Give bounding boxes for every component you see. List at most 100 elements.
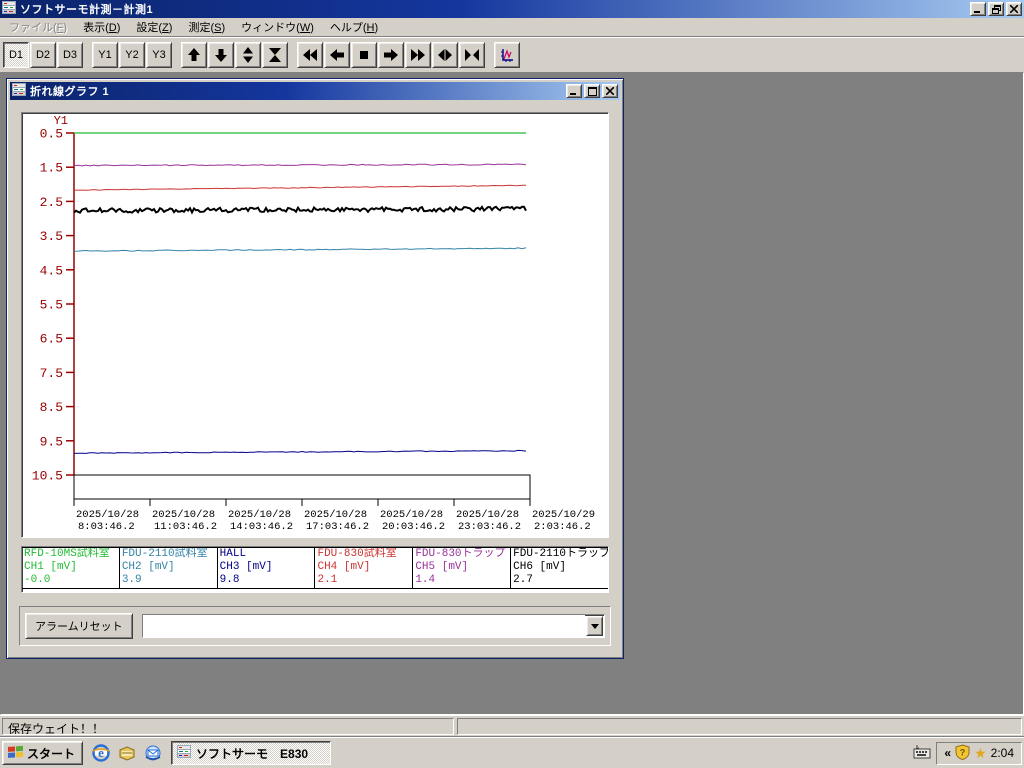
restore-button[interactable] bbox=[988, 2, 1004, 16]
quick-launch-bar: e bbox=[91, 743, 163, 763]
channel-value: 2.7 bbox=[513, 574, 533, 586]
svg-text:10.5: 10.5 bbox=[32, 469, 63, 484]
app-titlebar[interactable]: ソフトサーモ計測－計測1 bbox=[0, 0, 1024, 18]
svg-text:6.5: 6.5 bbox=[40, 332, 63, 347]
arrow-left-icon bbox=[330, 48, 344, 61]
graph-axes-icon bbox=[501, 48, 513, 62]
toolbar-button-d2[interactable]: D2 bbox=[30, 41, 56, 68]
taskbar-app-icon bbox=[177, 745, 192, 761]
internet-explorer-icon[interactable]: e bbox=[91, 743, 111, 763]
toolbar-separator bbox=[486, 42, 494, 68]
svg-text:2025/10/28: 2025/10/28 bbox=[304, 509, 367, 521]
menu-item-2[interactable]: 設定(Z) bbox=[128, 17, 180, 37]
toolbar-button-arrow-right[interactable] bbox=[378, 41, 404, 68]
svg-text:2025/10/28: 2025/10/28 bbox=[76, 509, 139, 521]
menu-item-3[interactable]: 測定(S) bbox=[180, 17, 233, 37]
alarm-combobox-value[interactable] bbox=[142, 615, 585, 637]
close-button[interactable] bbox=[1006, 2, 1022, 16]
toolbar-button-double-arrow-right[interactable] bbox=[405, 41, 431, 68]
svg-text:2025/10/29: 2025/10/29 bbox=[532, 509, 595, 521]
channel-name: FDU-830トラップ bbox=[415, 548, 506, 560]
hourglass-icon bbox=[269, 47, 281, 62]
toolbar-button-d1[interactable]: D1 bbox=[3, 41, 29, 68]
graph-window-icon bbox=[12, 83, 26, 99]
toolbar-button-arrow-down[interactable] bbox=[208, 41, 234, 68]
tray-panel: « ? ★ 2:04 bbox=[936, 741, 1022, 765]
toolbar-button-y1[interactable]: Y1 bbox=[92, 41, 118, 68]
app-icon bbox=[2, 1, 16, 17]
svg-text:8.5: 8.5 bbox=[40, 400, 63, 415]
svg-text:23:03:46.2: 23:03:46.2 bbox=[458, 521, 521, 533]
start-button[interactable]: スタート bbox=[2, 741, 84, 765]
channel-label: CH6 [mV] bbox=[513, 561, 566, 573]
graph-close-button[interactable] bbox=[602, 84, 618, 98]
show-desktop-icon[interactable] bbox=[117, 743, 137, 763]
menu-item-1[interactable]: 表示(D) bbox=[75, 17, 128, 37]
svg-text:9.5: 9.5 bbox=[40, 434, 63, 449]
channel-label: CH4 [mV] bbox=[317, 561, 371, 573]
graph-maximize-button[interactable] bbox=[584, 84, 600, 98]
keyboard-layout-icon[interactable] bbox=[913, 745, 931, 762]
security-shield-icon[interactable]: ? bbox=[955, 743, 970, 763]
arrows-out-horizontal-icon bbox=[438, 48, 452, 61]
toolbar-button-stop-square[interactable] bbox=[351, 41, 377, 68]
alarm-combobox[interactable] bbox=[141, 614, 605, 638]
toolbar-button-arrows-up-down[interactable] bbox=[235, 41, 261, 68]
menu-item-5[interactable]: ヘルプ(H) bbox=[322, 17, 386, 37]
chart-panel: Y1 0.5 1.5 2.5 3.5 4.5 5.5 6.5 7.5 8.5 9.5 10.5 2025… bbox=[21, 112, 609, 538]
toolbar-button-arrow-up[interactable] bbox=[181, 41, 207, 68]
toolbar-button-hourglass[interactable] bbox=[262, 41, 288, 68]
app-title: ソフトサーモ計測－計測1 bbox=[20, 4, 154, 16]
toolbar-button-arrow-left[interactable] bbox=[324, 41, 350, 68]
svg-text:e: e bbox=[98, 745, 104, 760]
combobox-dropdown-button[interactable] bbox=[586, 616, 603, 636]
legend-panel: RFD-10MS試料室 CH1 [mV] -0.0 FDU-2110試料室 CH2 [m… bbox=[21, 546, 609, 593]
channel-name: FDU-830試料室 bbox=[317, 548, 397, 560]
toolbar-button-double-arrow-left[interactable] bbox=[297, 41, 323, 68]
toolbar-button-y2[interactable]: Y2 bbox=[119, 41, 145, 68]
toolbar-button-arrows-in-horizontal[interactable] bbox=[459, 41, 485, 68]
menu-item-0[interactable]: ファイル(F) bbox=[1, 17, 75, 37]
alarm-reset-button[interactable]: アラームリセット bbox=[25, 613, 133, 639]
channel-name: FDU-2110試料室 bbox=[121, 548, 208, 560]
toolbar-button-graph-axes[interactable] bbox=[494, 41, 520, 68]
outlook-express-icon[interactable] bbox=[143, 743, 163, 763]
channel-value: -0.0 bbox=[24, 574, 51, 586]
taskbar-app-label: ソフトサーモ E830 bbox=[196, 746, 309, 761]
legend-cell-ch3: HALL CH3 [mV] 9.8 bbox=[216, 548, 315, 588]
tray-expand-chevron[interactable]: « bbox=[944, 746, 951, 760]
system-tray: « ? ★ 2:04 bbox=[913, 741, 1022, 765]
toolbar-button-d3[interactable]: D3 bbox=[57, 41, 83, 68]
taskbar-clock[interactable]: 2:04 bbox=[991, 746, 1014, 760]
graph-window-titlebar[interactable]: 折れ線グラフ 1 bbox=[10, 82, 620, 100]
toolbar-button-arrows-out-horizontal[interactable] bbox=[432, 41, 458, 68]
menu-item-4[interactable]: ウィンドウ(W) bbox=[233, 17, 322, 37]
alarm-panel: アラームリセット bbox=[19, 606, 611, 646]
stop-square-icon bbox=[360, 50, 368, 59]
channel-value: 2.1 bbox=[317, 574, 338, 586]
arrows-up-down-icon bbox=[243, 46, 253, 63]
legend-cell-ch4: FDU-830試料室 CH4 [mV] 2.1 bbox=[314, 548, 412, 588]
app-window: ソフトサーモ計測－計測1 ファイル(F) 表示(D) 設定(Z) 測定(S) ウィンドウ… bbox=[0, 0, 1024, 737]
svg-text:2025/10/28: 2025/10/28 bbox=[228, 509, 291, 521]
toolbar-separator bbox=[289, 42, 297, 68]
toolbar-button-y3[interactable]: Y3 bbox=[146, 41, 172, 68]
arrows-in-horizontal-icon bbox=[465, 48, 479, 61]
channel-name: FDU-2110トラップ bbox=[513, 548, 608, 560]
taskbar-app-button[interactable]: ソフトサーモ E830 bbox=[171, 741, 332, 765]
channel-name: RFD-10MS試料室 bbox=[24, 548, 110, 560]
legend-cell-ch2: FDU-2110試料室 CH2 [mV] 3.9 bbox=[118, 548, 217, 588]
graph-window: 折れ線グラフ 1 Y1 0.5 1.5 2.5 3.5 4.5 5.5 6.5 7.5 8.5 9.… bbox=[6, 78, 624, 659]
svg-text:8:03:46.2: 8:03:46.2 bbox=[78, 521, 135, 533]
svg-text:2:03:46.2: 2:03:46.2 bbox=[534, 521, 591, 533]
star-tray-icon[interactable]: ★ bbox=[974, 745, 987, 762]
graph-minimize-button[interactable] bbox=[566, 84, 582, 98]
line-chart: Y10.51.52.53.54.55.56.57.58.59.510.52025… bbox=[32, 114, 595, 533]
svg-text:4.5: 4.5 bbox=[40, 263, 63, 278]
arrow-down-icon bbox=[215, 48, 227, 62]
status-panel-secondary bbox=[457, 718, 1022, 735]
svg-text:1.5: 1.5 bbox=[40, 161, 63, 176]
channel-value: 9.8 bbox=[219, 574, 240, 586]
status-bar: 保存ウェイト！！ bbox=[0, 715, 1024, 737]
minimize-button[interactable] bbox=[970, 2, 986, 16]
